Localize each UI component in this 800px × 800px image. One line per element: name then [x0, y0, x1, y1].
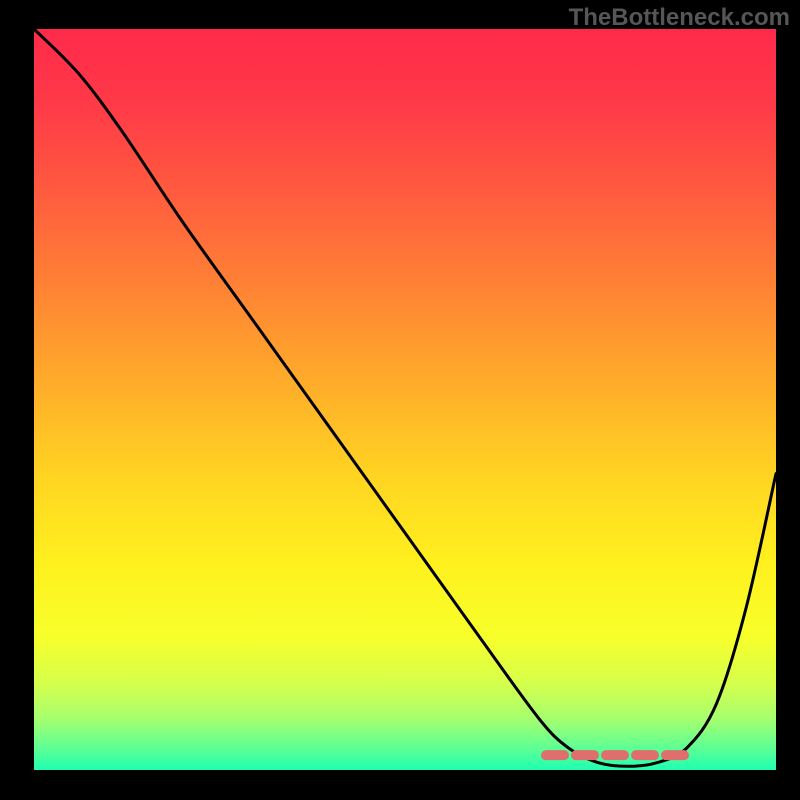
watermark-text: TheBottleneck.com: [569, 4, 790, 32]
chart-canvas: TheBottleneck.com: [0, 0, 800, 800]
gradient-background: [34, 29, 776, 770]
chart-svg: [34, 29, 776, 770]
chart-plot-area: [34, 29, 776, 770]
